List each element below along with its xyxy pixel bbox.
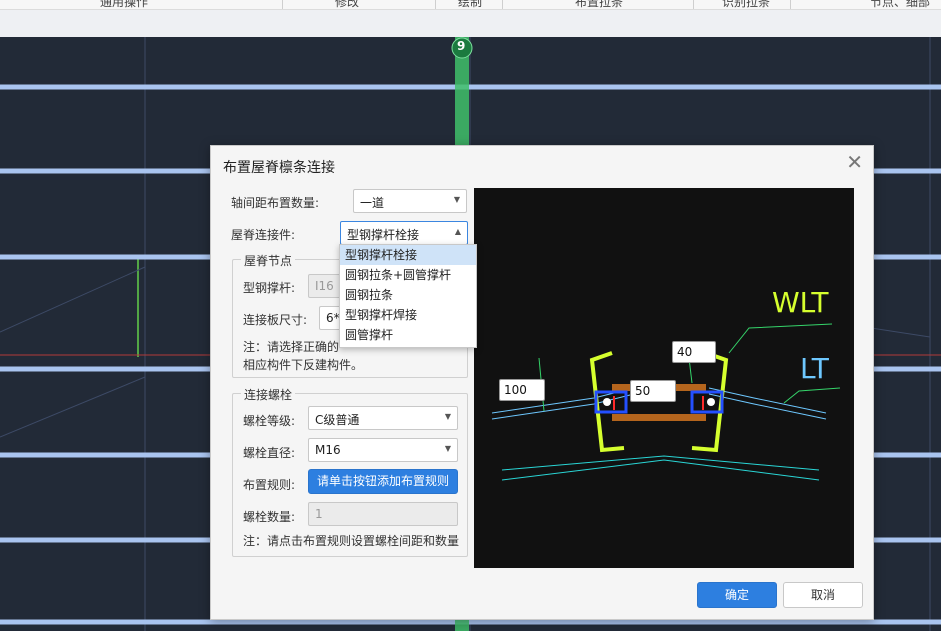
bolt-head bbox=[707, 398, 715, 406]
bolt-diameter-select[interactable]: M16 ▼ bbox=[308, 438, 458, 462]
bolt-grade-label: 螺栓等级: bbox=[243, 414, 296, 428]
ok-button[interactable]: 确定 bbox=[697, 582, 777, 608]
ridge-profile-line bbox=[501, 459, 820, 481]
dimension-100-box: 100 bbox=[499, 379, 545, 401]
dimension-100: 100 bbox=[504, 383, 527, 397]
dimension-50: 50 bbox=[635, 384, 651, 398]
tab-general[interactable]: 通用操作 bbox=[100, 0, 148, 9]
preview-drawing bbox=[491, 323, 841, 481]
dimension-40: 40 bbox=[677, 345, 693, 359]
tab-divider bbox=[502, 0, 503, 9]
cancel-button[interactable]: 取消 bbox=[783, 582, 863, 608]
ridge-connector-value: 型钢撑杆栓接 bbox=[347, 228, 420, 242]
top-toolbar: 通用操作 修改 绘制 布置拉条 识别拉条 节点、细部 bbox=[0, 0, 941, 37]
roof-panel-line bbox=[708, 393, 827, 420]
close-icon[interactable]: ✕ bbox=[846, 152, 863, 172]
note-line: 相应构件下反建构件。 bbox=[243, 358, 364, 372]
axis-count-select[interactable]: 一道 ▼ bbox=[353, 189, 467, 213]
dropdown-option[interactable]: 圆管撑杆 bbox=[340, 325, 476, 345]
tab-divider bbox=[282, 0, 283, 9]
bolt-count-field: 1 bbox=[308, 502, 458, 526]
bolt-diameter-label: 螺栓直径: bbox=[243, 446, 296, 460]
dropdown-option[interactable]: 型钢撑杆栓接 bbox=[340, 245, 476, 265]
dimension-40-box: 40 bbox=[672, 341, 716, 363]
axis-label: 9 bbox=[457, 39, 466, 53]
lt-label: LT bbox=[800, 352, 829, 385]
add-layout-rule-button[interactable]: 请单击按钮添加布置规则 bbox=[308, 469, 458, 494]
tab-divider bbox=[790, 0, 791, 9]
tab-place-tie[interactable]: 布置拉条 bbox=[575, 0, 623, 9]
wlt-label: WLT bbox=[772, 286, 829, 319]
ridge-purlin-connection-dialog: 布置屋脊檩条连接 ✕ 轴间距布置数量: 一道 ▼ 屋脊连接件: 型钢撑杆栓接 ▲… bbox=[210, 145, 874, 620]
roof-panel-line bbox=[708, 387, 827, 414]
bolt-grade-value: C级普通 bbox=[315, 413, 360, 427]
steel-strut-label: 型钢撑杆: bbox=[243, 281, 296, 295]
leader-line bbox=[728, 323, 833, 354]
tab-divider bbox=[435, 0, 436, 9]
toolbar-tabs: 通用操作 修改 绘制 布置拉条 识别拉条 节点、细部 bbox=[0, 0, 941, 10]
bolts-note: 注：请点击布置规则设置螺栓间距和数量 bbox=[243, 534, 460, 548]
leader-line bbox=[783, 387, 841, 404]
axis-count-value: 一道 bbox=[360, 196, 385, 210]
bolt-grade-select[interactable]: C级普通 ▼ bbox=[308, 406, 458, 430]
bolt-count-label: 螺栓数量: bbox=[243, 510, 296, 524]
chevron-down-icon: ▼ bbox=[444, 444, 451, 453]
connection-plate bbox=[612, 414, 706, 421]
bolt-head bbox=[603, 398, 611, 406]
ridge-node-title: 屋脊节点 bbox=[241, 252, 296, 269]
chevron-up-icon: ▲ bbox=[454, 227, 461, 236]
bolts-title: 连接螺栓 bbox=[241, 386, 296, 403]
ridge-connector-label: 屋脊连接件: bbox=[231, 228, 296, 242]
bolts-group: 连接螺栓 螺栓等级: C级普通 ▼ 螺栓直径: M16 ▼ 布置规则: 请单击按… bbox=[232, 386, 468, 557]
plate-size-label: 连接板尺寸: bbox=[243, 313, 308, 327]
axis-count-label: 轴间距布置数量: bbox=[231, 196, 320, 210]
ridge-connector-dropdown: 型钢撑杆栓接 圆钢拉条+圆管撑杆 圆钢拉条 型钢撑杆焊接 圆管撑杆 bbox=[339, 244, 477, 348]
dropdown-option[interactable]: 圆钢拉条 bbox=[340, 285, 476, 305]
tab-nodes-details[interactable]: 节点、细部 bbox=[870, 0, 930, 9]
chevron-down-icon: ▼ bbox=[453, 195, 460, 204]
layout-rule-label: 布置规则: bbox=[243, 478, 296, 492]
bolt-count-value: 1 bbox=[315, 507, 323, 521]
tab-identify-tie[interactable]: 识别拉条 bbox=[722, 0, 770, 9]
dimension-50-box: 50 bbox=[630, 380, 676, 402]
tab-draw[interactable]: 绘制 bbox=[458, 0, 482, 9]
connection-preview: WLT LT 40 50 100 bbox=[474, 188, 854, 568]
chevron-down-icon: ▼ bbox=[444, 412, 451, 421]
ridge-profile-line bbox=[501, 455, 820, 471]
ridge-connector-select[interactable]: 型钢撑杆栓接 ▲ bbox=[340, 221, 468, 245]
dropdown-option[interactable]: 圆钢拉条+圆管撑杆 bbox=[340, 265, 476, 285]
tab-divider bbox=[693, 0, 694, 9]
steel-strut-value: I16 bbox=[315, 279, 334, 293]
dialog-title: 布置屋脊檩条连接 bbox=[223, 160, 335, 176]
dropdown-option[interactable]: 型钢撑杆焊接 bbox=[340, 305, 476, 325]
bolt-diameter-value: M16 bbox=[315, 443, 341, 457]
tab-modify[interactable]: 修改 bbox=[335, 0, 359, 9]
